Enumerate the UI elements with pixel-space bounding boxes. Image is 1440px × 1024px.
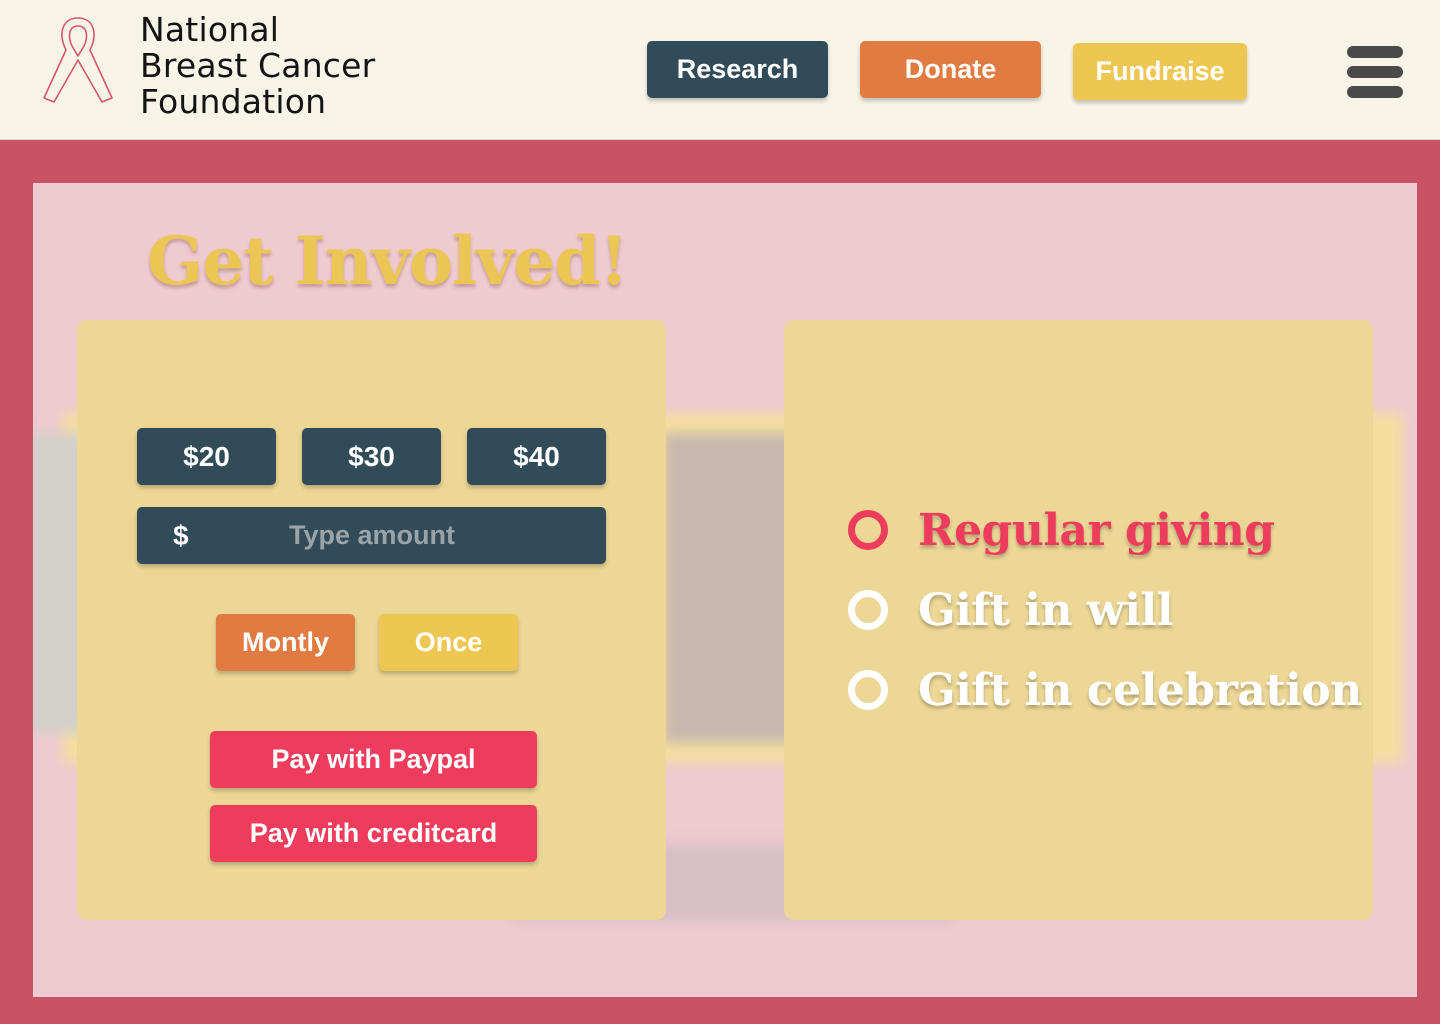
- monthly-button[interactable]: Montly: [216, 614, 355, 671]
- currency-symbol: $: [173, 519, 189, 551]
- pay-with-creditcard-button[interactable]: Pay with creditcard: [210, 805, 537, 862]
- option-gift-in-will[interactable]: Gift in will: [848, 570, 1362, 650]
- amount-40-button[interactable]: $40: [467, 428, 606, 485]
- radio-selected-icon[interactable]: [848, 510, 888, 550]
- pay-with-paypal-button[interactable]: Pay with Paypal: [210, 731, 537, 788]
- org-name-line-1: National: [140, 10, 280, 49]
- giving-options-list: Regular giving Gift in will Gift in cele…: [848, 490, 1362, 730]
- page-title: Get Involved!: [147, 222, 629, 300]
- option-label: Gift in will: [918, 584, 1173, 636]
- amount-30-button[interactable]: $30: [302, 428, 441, 485]
- option-regular-giving[interactable]: Regular giving: [848, 490, 1362, 570]
- custom-amount-field[interactable]: $: [137, 507, 606, 564]
- hamburger-bar: [1347, 86, 1403, 98]
- org-name-line-2: Breast Cancer: [140, 46, 376, 85]
- amount-20-button[interactable]: $20: [137, 428, 276, 485]
- research-button[interactable]: Research: [647, 41, 828, 98]
- fundraise-button[interactable]: Fundraise: [1073, 43, 1247, 100]
- radio-unselected-icon[interactable]: [848, 670, 888, 710]
- once-button[interactable]: Once: [379, 614, 518, 671]
- option-label: Gift in celebration: [918, 664, 1362, 716]
- donation-form-card: $20 $30 $40 $ Montly Once Pay with Paypa…: [77, 320, 666, 920]
- hamburger-menu-icon[interactable]: [1347, 46, 1403, 98]
- hamburger-bar: [1347, 66, 1403, 78]
- option-label: Regular giving: [918, 504, 1275, 556]
- radio-unselected-icon[interactable]: [848, 590, 888, 630]
- donate-button[interactable]: Donate: [860, 41, 1041, 98]
- site-header: National Breast Cancer Foundation Resear…: [0, 0, 1440, 140]
- hamburger-bar: [1347, 46, 1403, 58]
- option-gift-in-celebration[interactable]: Gift in celebration: [848, 650, 1362, 730]
- org-name-line-3: Foundation: [140, 82, 327, 121]
- org-name[interactable]: National Breast Cancer Foundation: [140, 12, 375, 120]
- giving-options-card: Regular giving Gift in will Gift in cele…: [784, 320, 1373, 920]
- amount-input[interactable]: [217, 507, 527, 564]
- pink-ribbon-icon[interactable]: [38, 10, 118, 106]
